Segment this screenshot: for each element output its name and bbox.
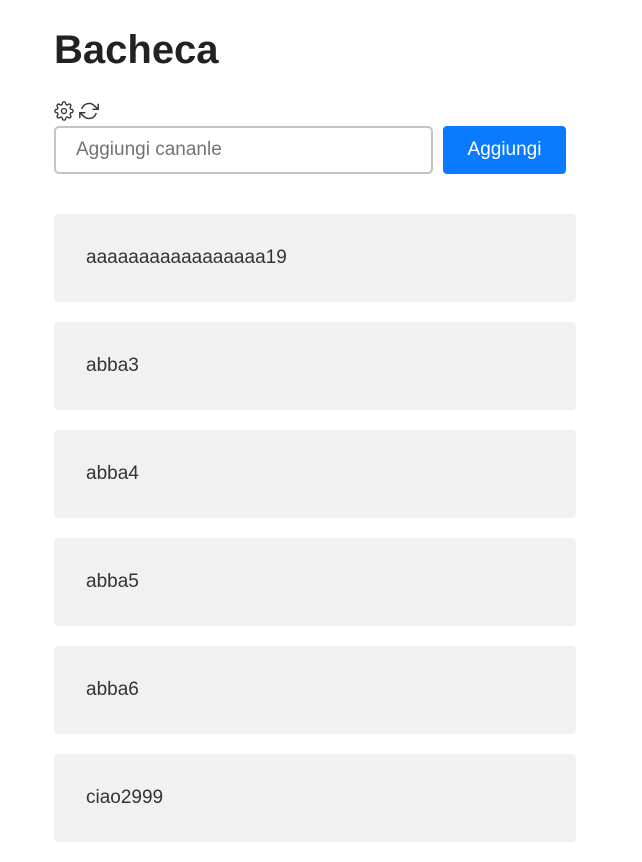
channel-name: abba5	[86, 571, 139, 592]
channel-name: ciao2999	[86, 787, 164, 808]
add-channel-form: Aggiungi	[54, 126, 576, 174]
channel-name: abba3	[86, 355, 139, 376]
gear-icon[interactable]	[54, 101, 74, 121]
channel-name: abba6	[86, 679, 139, 700]
channel-item[interactable]: aaaaaaaaaaaaaaaaa19	[54, 214, 576, 302]
toolbar	[54, 100, 99, 122]
refresh-icon[interactable]	[79, 101, 99, 121]
channel-list: aaaaaaaaaaaaaaaaa19 abba3 abba4 abba5 ab…	[54, 214, 576, 862]
add-channel-button[interactable]: Aggiungi	[443, 126, 566, 174]
channel-item[interactable]: abba4	[54, 430, 576, 518]
channel-item[interactable]: abba6	[54, 646, 576, 734]
channel-input[interactable]	[54, 126, 433, 174]
channel-name: abba4	[86, 463, 139, 484]
channel-item[interactable]: abba3	[54, 322, 576, 410]
channel-item[interactable]: ciao2999	[54, 754, 576, 842]
channel-item[interactable]: abba5	[54, 538, 576, 626]
channel-name: aaaaaaaaaaaaaaaaa19	[86, 247, 287, 268]
page-title: Bacheca	[54, 28, 219, 72]
